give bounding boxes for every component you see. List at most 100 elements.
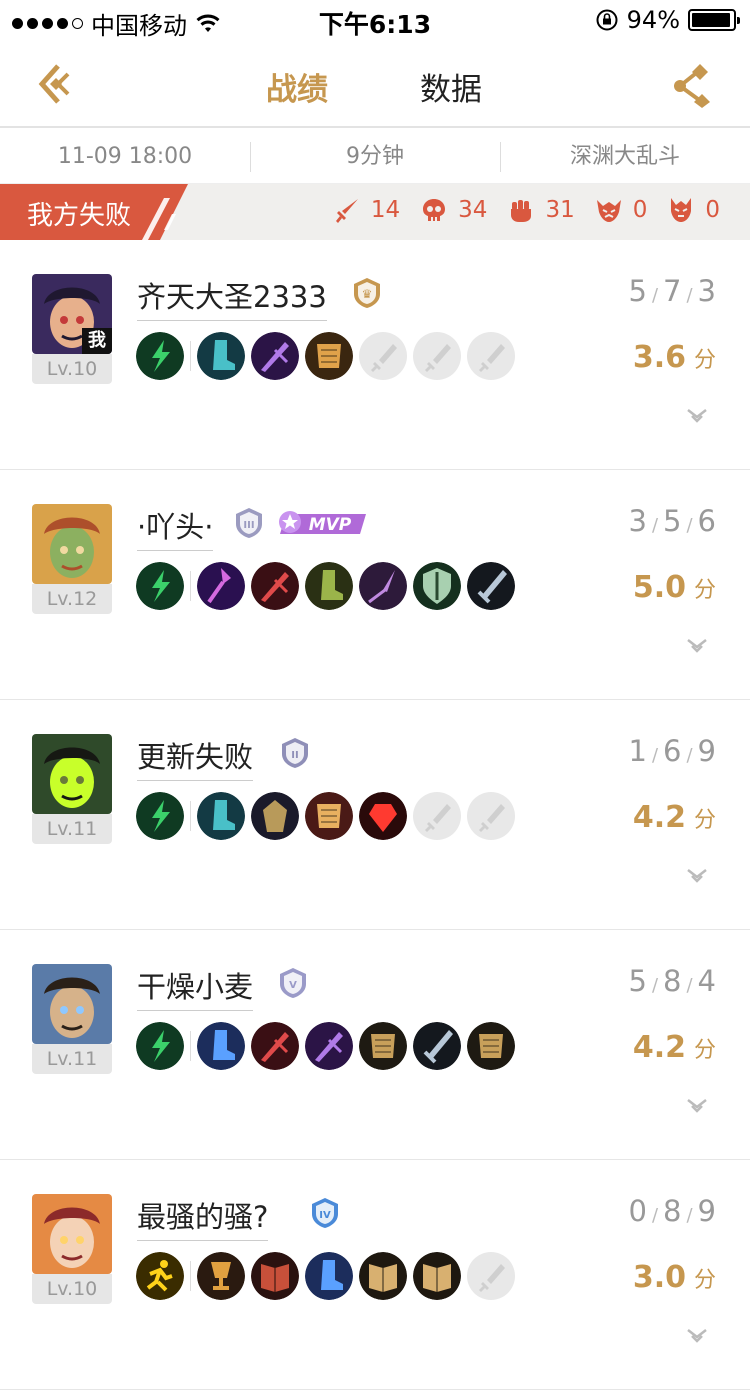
item-green-spell[interactable]: [136, 562, 184, 610]
item-green-boots[interactable]: [305, 562, 353, 610]
chevron-down-icon[interactable]: [686, 1328, 708, 1344]
item-dark-sword[interactable]: [467, 562, 515, 610]
green-boots-icon: [305, 562, 353, 610]
player-score: 3.0 分: [633, 1260, 716, 1295]
player-level: Lv.11: [32, 1044, 112, 1074]
gold-book-icon: [413, 1252, 461, 1300]
boots-teal-icon: [197, 332, 245, 380]
item-list: [136, 562, 521, 610]
item-yellow-spell[interactable]: [136, 1252, 184, 1300]
item-purple-blade[interactable]: [251, 332, 299, 380]
chevron-down-icon[interactable]: [686, 408, 708, 424]
player-kda: 0/8/9: [628, 1194, 716, 1228]
stat-deaths: 34: [420, 196, 487, 224]
match-duration: 9分钟: [250, 130, 500, 183]
chevron-down-icon[interactable]: [686, 638, 708, 654]
mvp-badge: MVP: [279, 511, 366, 535]
rank-blue-4-icon: IV: [308, 1196, 342, 1230]
team-stats: 14 34 31 0 0: [321, 196, 720, 224]
player-name: 最骚的骚?: [137, 1194, 269, 1241]
item-gold-armor[interactable]: [305, 332, 353, 380]
item-purple-staff[interactable]: [197, 562, 245, 610]
item-boots-teal[interactable]: [197, 332, 245, 380]
player-row[interactable]: Lv.11 干燥小麦 V 5/8/4 4.2 分: [0, 930, 750, 1160]
deaths: 7: [663, 274, 682, 308]
gold-book-icon: [359, 1252, 407, 1300]
tab-data[interactable]: 数据: [420, 64, 482, 109]
tab-record[interactable]: 战绩: [266, 64, 328, 109]
battery-percent: 94%: [626, 6, 680, 34]
overlord-icon: [671, 198, 692, 222]
yellow-spell-icon: [136, 1252, 184, 1300]
item-purple-spear[interactable]: [359, 562, 407, 610]
stat-value: 0: [632, 197, 648, 223]
match-info: 11-09 18:00 9分钟 深渊大乱斗: [0, 130, 750, 184]
stat-kills: 14: [333, 196, 400, 224]
deaths: 8: [663, 964, 682, 998]
chevron-down-icon[interactable]: [686, 868, 708, 884]
mvp-label: MVP: [309, 515, 352, 535]
item-blue-boots[interactable]: [197, 1022, 245, 1070]
status-bar: 中国移动 下午6:13 94%: [0, 0, 750, 40]
orientation-lock-icon: [596, 9, 618, 31]
dark-sword-icon: [467, 562, 515, 610]
player-row[interactable]: Lv.12 ·吖头· III MVP 3/5/6 5.0 分: [0, 470, 750, 700]
item-list: [136, 332, 521, 380]
rank-king-icon: ♛: [350, 276, 384, 310]
player-avatar[interactable]: [32, 1194, 112, 1274]
player-row[interactable]: Lv.11 更新失败 II 1/6/9 4.2 分: [0, 700, 750, 930]
player-score: 5.0 分: [633, 570, 716, 605]
item-boots-teal[interactable]: [197, 792, 245, 840]
kills: 5: [628, 964, 647, 998]
item-green-spell[interactable]: [136, 1022, 184, 1070]
item-gold-book[interactable]: [413, 1252, 461, 1300]
item-dark-cloak[interactable]: [251, 792, 299, 840]
player-avatar[interactable]: [32, 964, 112, 1044]
stat-overlord: 0: [667, 196, 720, 224]
item-gold-armor-dark[interactable]: [467, 1022, 515, 1070]
back-icon[interactable]: [36, 62, 76, 108]
item-red-gold-armor[interactable]: [305, 792, 353, 840]
item-green-spell[interactable]: [136, 792, 184, 840]
kills: 1: [628, 734, 647, 768]
stat-assists: 31: [507, 196, 575, 224]
kda-separator: /: [651, 1205, 659, 1226]
item-green-spell[interactable]: [136, 332, 184, 380]
red-blade-icon: [251, 562, 299, 610]
item-red-blade[interactable]: [251, 1022, 299, 1070]
item-gold-cup[interactable]: [197, 1252, 245, 1300]
item-gold-book[interactable]: [359, 1252, 407, 1300]
player-row[interactable]: Lv.10 最骚的骚? IV 0/8/9 3.0 分: [0, 1160, 750, 1390]
item-slot-empty: [413, 332, 461, 380]
green-spell-icon: [136, 1022, 184, 1070]
item-slot-empty: [359, 332, 407, 380]
item-green-shield[interactable]: [413, 562, 461, 610]
share-icon[interactable]: [672, 62, 716, 108]
item-red-blade[interactable]: [251, 562, 299, 610]
item-slot-empty: [467, 792, 515, 840]
player-name: ·吖头·: [137, 504, 214, 551]
kda-separator: /: [651, 515, 659, 536]
item-dark-sword[interactable]: [413, 1022, 461, 1070]
kills: 3: [628, 504, 647, 538]
item-gold-armor-dark[interactable]: [359, 1022, 407, 1070]
player-avatar[interactable]: [32, 504, 112, 584]
player-kda: 5/8/4: [628, 964, 716, 998]
score-unit: 分: [693, 808, 716, 833]
green-spell-icon: [136, 332, 184, 380]
player-avatar[interactable]: [32, 734, 112, 814]
score-value: 3.6: [632, 340, 686, 375]
item-red-book[interactable]: [251, 1252, 299, 1300]
player-avatar[interactable]: 我: [32, 274, 112, 354]
item-purple-blade[interactable]: [305, 1022, 353, 1070]
empty-slot-icon: [479, 804, 505, 832]
item-blue-boots[interactable]: [305, 1252, 353, 1300]
chevron-down-icon[interactable]: [686, 1098, 708, 1114]
dark-sword-icon: [413, 1022, 461, 1070]
player-score: 4.2 分: [633, 1030, 716, 1065]
purple-staff-icon: [197, 562, 245, 610]
player-level: Lv.10: [32, 1274, 112, 1304]
item-red-gem[interactable]: [359, 792, 407, 840]
player-row[interactable]: 我 Lv.10 齐天大圣2333 ♛ 5/7/3 3.6 分: [0, 240, 750, 470]
sword-icon: [335, 199, 358, 223]
